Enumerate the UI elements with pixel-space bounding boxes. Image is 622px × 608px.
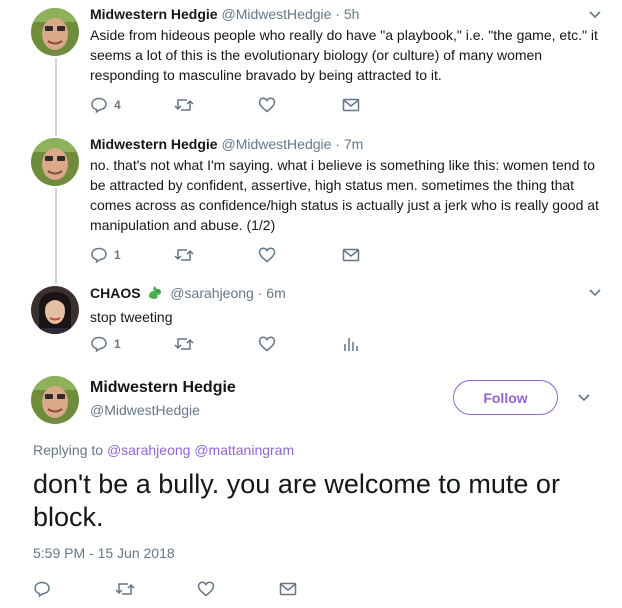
retweet-icon xyxy=(174,338,194,350)
retweet-icon xyxy=(174,99,194,111)
heart-icon xyxy=(258,97,276,113)
avatar[interactable] xyxy=(31,286,79,334)
heart-icon xyxy=(197,581,215,597)
direct-message-button[interactable] xyxy=(342,245,426,265)
tweet-time[interactable]: 5h xyxy=(344,6,360,22)
like-button[interactable] xyxy=(258,334,342,354)
envelope-icon xyxy=(342,248,360,262)
tweet-timestamp[interactable]: 5:59 PM - 15 Jun 2018 xyxy=(33,544,175,562)
analytics-button[interactable] xyxy=(342,334,426,354)
author-handle[interactable]: @sarahjeong xyxy=(170,285,254,301)
tweet-text: Aside from hideous people who really do … xyxy=(90,27,598,83)
replying-to-label: Replying to xyxy=(33,442,104,458)
envelope-icon xyxy=(342,98,360,112)
retweet-button[interactable] xyxy=(174,245,258,265)
retweet-button[interactable] xyxy=(174,95,258,115)
like-button[interactable] xyxy=(258,95,342,115)
retweet-button[interactable] xyxy=(115,579,197,599)
tweet-actions: 1 xyxy=(90,334,426,354)
retweet-button[interactable] xyxy=(174,334,258,354)
tweet[interactable]: Midwestern Hedgie @MidwestHedgie · 5h As… xyxy=(90,5,602,85)
separator-dot: · xyxy=(257,285,263,301)
tweet-header: Midwestern Hedgie @MidwestHedgie · 5h xyxy=(90,5,602,23)
reply-icon xyxy=(91,97,107,114)
separator-dot: · xyxy=(335,136,340,152)
mention-link[interactable]: @mattaningram xyxy=(194,442,294,458)
tweet-header: CHAOS @sarahjeong · 6m xyxy=(90,283,602,305)
reply-icon xyxy=(91,247,107,264)
author-name[interactable]: CHAOS xyxy=(90,285,141,301)
direct-message-button[interactable] xyxy=(279,579,361,599)
author-handle[interactable]: @MidwestHedgie xyxy=(221,136,331,152)
author-name[interactable]: Midwestern Hedgie xyxy=(90,6,218,22)
separator-dot: · xyxy=(335,6,340,22)
reply-button[interactable]: 4 xyxy=(90,95,174,115)
follow-button[interactable]: Follow xyxy=(453,380,558,415)
author-handle[interactable]: @MidwestHedgie xyxy=(221,6,331,22)
chevron-down-icon[interactable] xyxy=(577,390,591,404)
like-button[interactable] xyxy=(258,245,342,265)
retweet-icon xyxy=(115,583,135,595)
avatar[interactable] xyxy=(31,376,79,424)
heart-icon xyxy=(258,336,276,352)
avatar[interactable] xyxy=(31,8,79,56)
chevron-down-icon[interactable] xyxy=(588,7,602,21)
envelope-icon xyxy=(279,582,297,596)
reply-button[interactable] xyxy=(33,579,115,599)
mention-link[interactable]: @sarahjeong xyxy=(107,442,191,458)
reply-icon xyxy=(34,581,50,598)
tweet-actions xyxy=(33,578,361,600)
chevron-down-icon[interactable] xyxy=(588,285,602,299)
thread-line xyxy=(55,58,57,136)
tweet[interactable]: CHAOS @sarahjeong · 6m stop tweeting xyxy=(90,283,602,327)
tweet-time[interactable]: 6m xyxy=(266,285,285,301)
reply-count: 1 xyxy=(114,248,121,262)
tweet-time[interactable]: 7m xyxy=(344,136,363,152)
tweet-actions: 1 xyxy=(90,245,426,265)
tweet-actions: 4 xyxy=(90,95,426,115)
reply-count: 4 xyxy=(114,98,121,112)
analytics-icon xyxy=(344,338,358,351)
tweet[interactable]: Midwestern Hedgie @MidwestHedgie · 7m no… xyxy=(90,135,602,235)
author-name[interactable]: Midwestern Hedgie xyxy=(90,378,236,398)
tweet-text: no. that's not what I'm saying. what i b… xyxy=(90,157,599,233)
heart-icon xyxy=(258,247,276,263)
avatar[interactable] xyxy=(31,138,79,186)
reply-button[interactable]: 1 xyxy=(90,334,174,354)
thread-line xyxy=(55,188,57,284)
reply-count: 1 xyxy=(114,337,121,351)
reply-icon xyxy=(91,336,107,353)
retweet-icon xyxy=(174,249,194,261)
tweet-text: don't be a bully. you are welcome to mut… xyxy=(33,469,560,532)
author-handle[interactable]: @MidwestHedgie xyxy=(90,401,200,419)
tweet-header: Midwestern Hedgie @MidwestHedgie · 7m xyxy=(90,135,602,153)
dragon-icon xyxy=(146,283,164,305)
author-name[interactable]: Midwestern Hedgie xyxy=(90,136,218,152)
direct-message-button[interactable] xyxy=(342,95,426,115)
like-button[interactable] xyxy=(197,579,279,599)
tweet-text: stop tweeting xyxy=(90,309,173,325)
reply-button[interactable]: 1 xyxy=(90,245,174,265)
replying-to: Replying to @sarahjeong @mattaningram xyxy=(33,441,294,459)
